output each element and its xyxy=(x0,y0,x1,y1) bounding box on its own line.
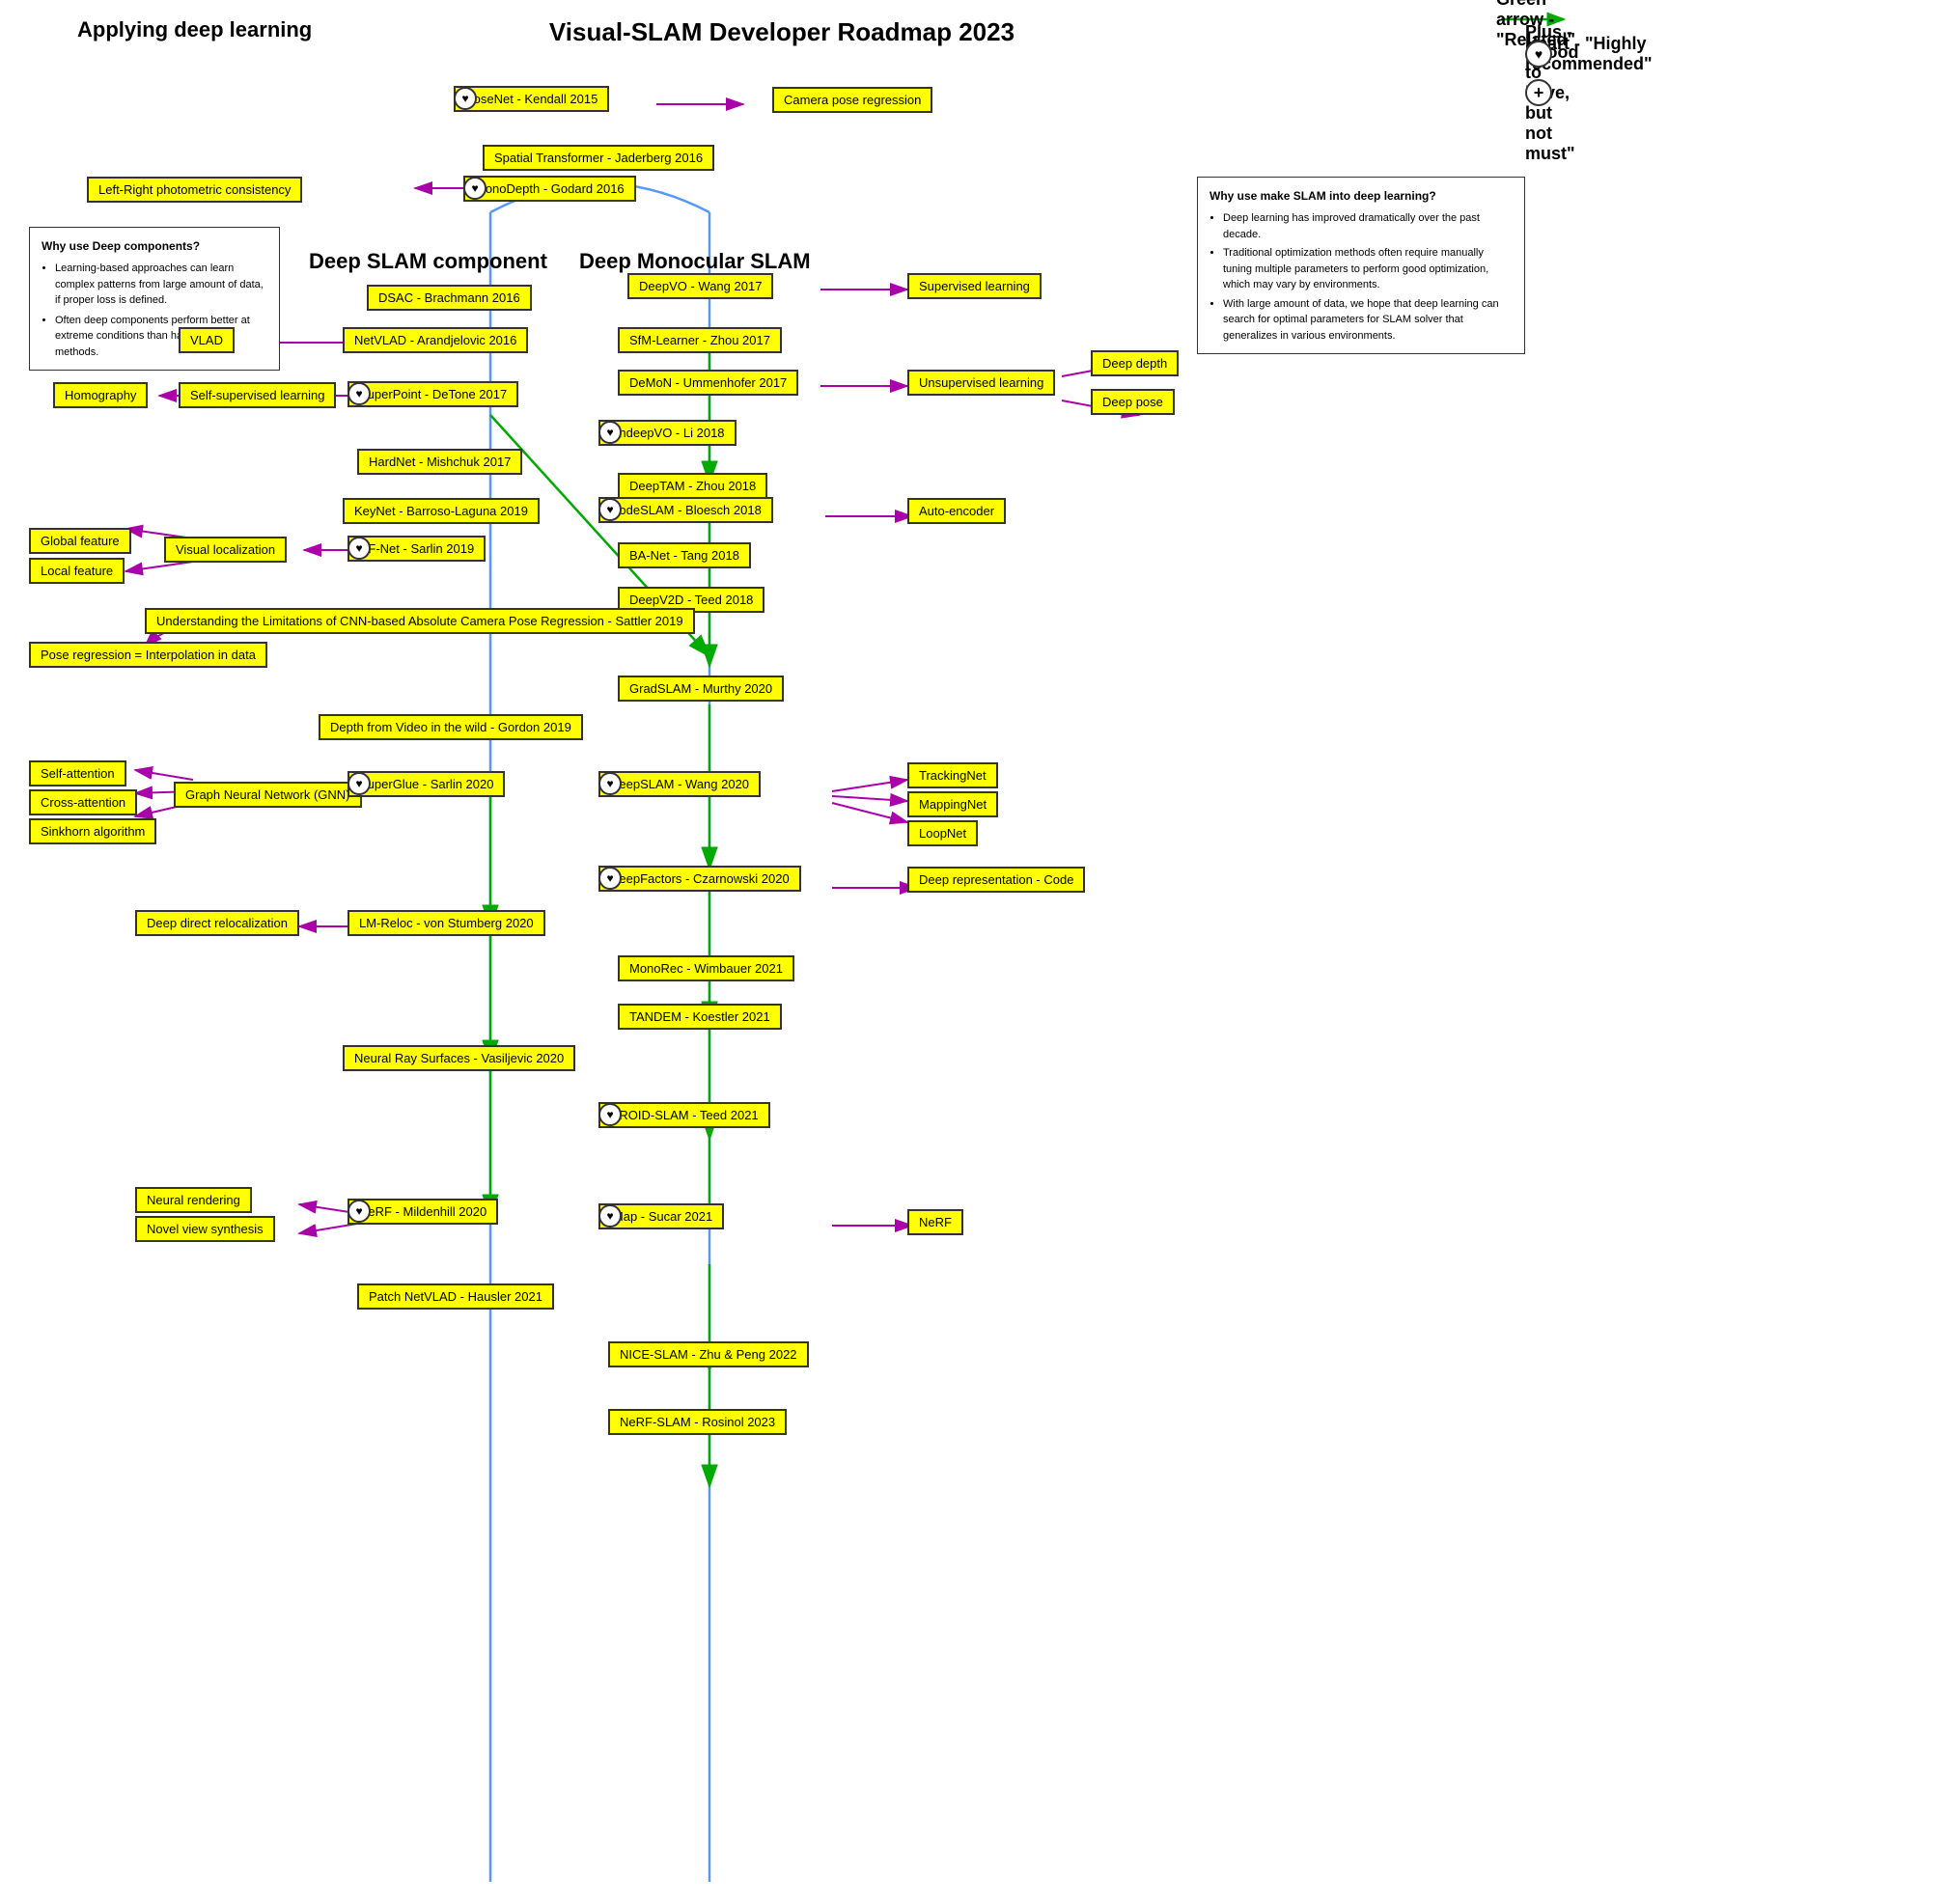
deep-pose-node: Deep pose xyxy=(1091,389,1175,415)
trackingnet-node: TrackingNet xyxy=(907,762,998,788)
depth-video-node: Depth from Video in the wild - Gordon 20… xyxy=(319,714,583,740)
codeslam-node: CodeSLAM - Bloesch 2018 xyxy=(598,497,773,523)
neural-ray-node: Neural Ray Surfaces - Vasiljevic 2020 xyxy=(343,1045,575,1071)
superpoint-node: SuperPoint - DeTone 2017 xyxy=(348,381,518,407)
deeptam-node: DeepTAM - Zhou 2018 xyxy=(618,473,767,499)
nerf-slam-node: NeRF-SLAM - Rosinol 2023 xyxy=(608,1409,787,1435)
neural-rendering-node: Neural rendering xyxy=(135,1187,252,1213)
left-right-node: Left-Right photometric consistency xyxy=(87,177,302,203)
gradslam-node: GradSLAM - Murthy 2020 xyxy=(618,676,784,702)
sinkhorn-node: Sinkhorn algorithm xyxy=(29,818,156,844)
section-left-title: Deep SLAM component xyxy=(309,249,547,274)
demon-node: DeMoN - Ummenhofer 2017 xyxy=(618,370,798,396)
monodepth-node: MonoDepth - Godard 2016 xyxy=(463,176,636,202)
auto-encoder-node: Auto-encoder xyxy=(907,498,1006,524)
tandem-node: TANDEM - Koestler 2021 xyxy=(618,1004,782,1030)
nice-slam-node: NICE-SLAM - Zhu & Peng 2022 xyxy=(608,1341,809,1367)
deep-repr-node: Deep representation - Code xyxy=(907,867,1085,893)
loopnet-node: LoopNet xyxy=(907,820,978,846)
deepfactors-node: DeepFactors - Czarnowski 2020 xyxy=(598,866,801,892)
visual-loc-node: Visual localization xyxy=(164,537,287,563)
self-attention-node: Self-attention xyxy=(29,760,126,786)
hardnet-node: HardNet - Mishchuk 2017 xyxy=(357,449,522,475)
self-supervised-node: Self-supervised learning xyxy=(179,382,336,408)
mappingnet-node: MappingNet xyxy=(907,791,998,817)
novel-view-node: Novel view synthesis xyxy=(135,1216,275,1242)
understanding-node: Understanding the Limitations of CNN-bas… xyxy=(145,608,695,634)
posenet-node: PoseNet - Kendall 2015 xyxy=(454,86,609,112)
deep-depth-node: Deep depth xyxy=(1091,350,1179,376)
section-right-title: Deep Monocular SLAM xyxy=(579,249,811,274)
keynet-node: KeyNet - Barroso-Laguna 2019 xyxy=(343,498,540,524)
infobox-left: Why use Deep components? Learning-based … xyxy=(29,227,280,371)
main-title: Visual-SLAM Developer Roadmap 2023 xyxy=(492,17,1071,47)
left-subtitle: Applying deep learning xyxy=(77,17,312,42)
banet-node: BA-Net - Tang 2018 xyxy=(618,542,751,568)
homography-node: Homography xyxy=(53,382,148,408)
cross-attention-node: Cross-attention xyxy=(29,789,137,815)
camera-pose-node: Camera pose regression xyxy=(772,87,932,113)
local-feature-node: Local feature xyxy=(29,558,125,584)
patch-netvlad-node: Patch NetVLAD - Hausler 2021 xyxy=(357,1283,554,1310)
infobox-right: Why use make SLAM into deep learning? De… xyxy=(1197,177,1525,354)
unsupervised-node: Unsupervised learning xyxy=(907,370,1055,396)
global-feature-node: Global feature xyxy=(29,528,131,554)
pose-regression-node: Pose regression = Interpolation in data xyxy=(29,642,267,668)
droid-slam-node: DROID-SLAM - Teed 2021 xyxy=(598,1102,770,1128)
deepvo-node: DeepVO - Wang 2017 xyxy=(627,273,773,299)
netvlad-node: NetVLAD - Arandjelovic 2016 xyxy=(343,327,528,353)
superglue-node: SuperGlue - Sarlin 2020 xyxy=(348,771,505,797)
supervised-node: Supervised learning xyxy=(907,273,1042,299)
monorec-node: MonoRec - Wimbauer 2021 xyxy=(618,955,794,981)
spatial-node: Spatial Transformer - Jaderberg 2016 xyxy=(483,145,714,171)
dsac-node: DSAC - Brachmann 2016 xyxy=(367,285,532,311)
lm-reloc-node: LM-Reloc - von Stumberg 2020 xyxy=(348,910,545,936)
gnn-node: Graph Neural Network (GNN) xyxy=(174,782,362,808)
deep-direct-node: Deep direct relocalization xyxy=(135,910,299,936)
deepslam-node: DeepSLAM - Wang 2020 xyxy=(598,771,761,797)
vlad-node: VLAD xyxy=(179,327,235,353)
sfm-node: SfM-Learner - Zhou 2017 xyxy=(618,327,782,353)
nerf-out-node: NeRF xyxy=(907,1209,963,1235)
